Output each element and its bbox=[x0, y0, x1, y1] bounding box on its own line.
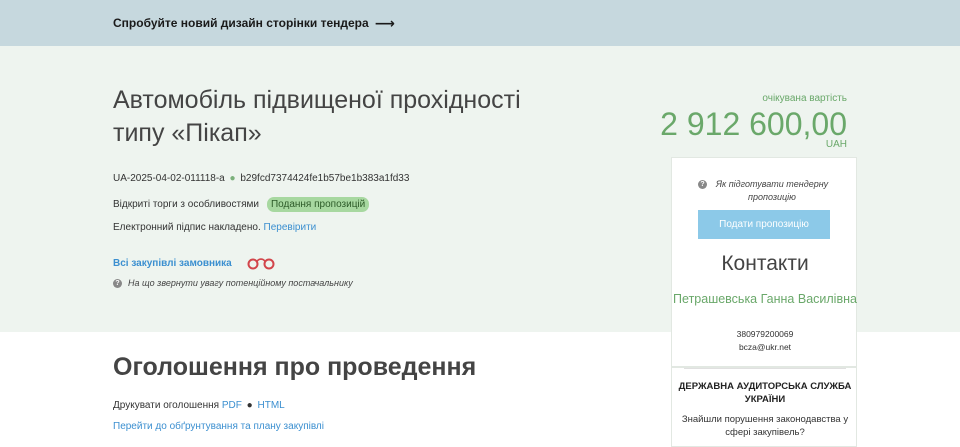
audit-service-text: Знайшли порушення законодавства у сфері … bbox=[681, 414, 849, 438]
question-circle-icon: ? bbox=[113, 278, 122, 288]
expected-value-currency: UAH bbox=[825, 139, 847, 150]
bullet-separator: ● bbox=[229, 173, 236, 184]
signature-text: Електронний підпис накладено. bbox=[113, 222, 261, 233]
announcement-title: Оголошення про проведення bbox=[113, 353, 477, 381]
audit-service-card: ДЕРЖАВНА АУДИТОРСЬКА СЛУЖБА УКРАЇНИ Знай… bbox=[671, 367, 857, 447]
print-label: Друкувати оголошення bbox=[113, 400, 220, 411]
proposal-hint[interactable]: ? Як підготувати тендерну пропозицію bbox=[672, 178, 858, 204]
all-purchases-row: Всі закупівлі замовника bbox=[113, 256, 276, 270]
procurement-plan-link[interactable]: Перейти до обґрунтування та плану закупі… bbox=[113, 421, 324, 432]
procedure-row: Відкриті торги з особливостями Подання п… bbox=[113, 197, 370, 212]
tender-id: UA-2025-04-02-011118-a bbox=[113, 173, 225, 184]
supplier-hint-text: На що звернути увагу потенційному постач… bbox=[128, 278, 353, 288]
handcuffs-icon[interactable] bbox=[246, 256, 276, 270]
tender-hash: b29fcd7374424fe1b57be1b383a1fd33 bbox=[240, 173, 410, 184]
bullet-separator: ● bbox=[246, 400, 253, 411]
new-design-link-label: Спробуйте новий дизайн сторінки тендера bbox=[113, 16, 369, 30]
new-design-banner: Спробуйте новий дизайн сторінки тендера … bbox=[0, 0, 960, 46]
contact-email: bcza@ukr.net bbox=[738, 342, 792, 352]
arrow-right-icon: ⟶ bbox=[374, 15, 395, 31]
tender-title: Автомобіль підвищеної прохідності типу «… bbox=[113, 86, 521, 147]
question-circle-icon: ? bbox=[698, 180, 707, 189]
submit-proposal-button[interactable]: Подати пропозицію bbox=[698, 210, 830, 239]
expected-value-label: очікувана вартість bbox=[762, 93, 847, 104]
contacts-title: Контакти bbox=[721, 252, 809, 275]
action-card: ? Як підготувати тендерну пропозицію Под… bbox=[671, 157, 857, 367]
print-pdf-link[interactable]: PDF bbox=[222, 400, 242, 411]
all-purchases-link[interactable]: Всі закупівлі замовника bbox=[113, 258, 232, 269]
new-design-link[interactable]: Спробуйте новий дизайн сторінки тендера … bbox=[113, 16, 395, 30]
contact-name: Петрашевська Ганна Василівна bbox=[673, 292, 857, 306]
proposal-hint-text: Як підготувати тендерну пропозицію bbox=[715, 179, 829, 202]
print-html-link[interactable]: HTML bbox=[257, 400, 284, 411]
procedure-type: Відкриті торги з особливостями bbox=[113, 199, 259, 210]
print-announcement-row: Друкувати оголошення PDF ● HTML bbox=[113, 400, 285, 411]
divider bbox=[684, 368, 846, 369]
supplier-hint[interactable]: ? На що звернути увагу потенційному пост… bbox=[113, 278, 353, 288]
expected-value-amount: 2 912 600,00 bbox=[660, 106, 847, 142]
signature-row: Електронний підпис накладено. Перевірити bbox=[113, 222, 316, 233]
status-badge: Подання пропозицій bbox=[266, 197, 370, 212]
tender-identifier: UA-2025-04-02-011118-a ● b29fcd7374424fe… bbox=[113, 173, 409, 184]
contact-phone: 380979200069 bbox=[736, 329, 794, 339]
verify-signature-link[interactable]: Перевірити bbox=[264, 222, 317, 233]
audit-service-title: ДЕРЖАВНА АУДИТОРСЬКА СЛУЖБА УКРАЇНИ bbox=[678, 381, 852, 405]
